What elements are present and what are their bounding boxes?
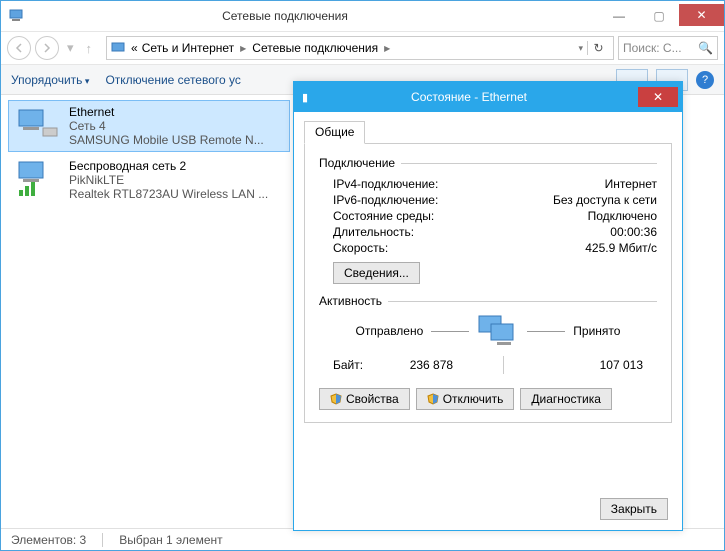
divider xyxy=(503,356,504,374)
connection-item-ethernet[interactable]: Ethernet Сеть 4 SAMSUNG Mobile USB Remot… xyxy=(9,101,289,151)
connection-name: Беспроводная сеть 2 xyxy=(69,159,268,173)
close-button[interactable]: ✕ xyxy=(679,4,724,26)
connection-device: Realtek RTL8723AU Wireless LAN ... xyxy=(69,187,268,201)
group-activity-title: Активность xyxy=(319,294,382,308)
speed-label: Скорость: xyxy=(333,241,388,255)
address-bar[interactable]: « Сеть и Интернет ▶ Сетевые подключения … xyxy=(106,36,614,60)
tab-panel: Подключение IPv4-подключение: Интернет IP… xyxy=(304,144,672,423)
forward-button[interactable] xyxy=(35,36,59,60)
organize-menu[interactable]: Упорядочить xyxy=(11,73,89,87)
adapter-icon: ▮ xyxy=(302,91,316,104)
chevron-right-icon[interactable]: ▶ xyxy=(238,44,248,53)
duration-value: 00:00:36 xyxy=(610,225,657,239)
divider xyxy=(401,163,657,164)
dialog-action-row: Свойства Отключить Диагностика xyxy=(319,388,657,410)
speed-value: 425.9 Мбит/с xyxy=(585,241,657,255)
duration-label: Длительность: xyxy=(333,225,414,239)
dialog-titlebar[interactable]: ▮ Состояние - Ethernet ✕ xyxy=(294,82,682,112)
tab-strip: Общие xyxy=(304,120,672,144)
disable-button[interactable]: Отключить xyxy=(416,388,515,410)
bytes-sent-value: 236 878 xyxy=(363,358,453,372)
disable-device-button[interactable]: Отключение сетевого ус xyxy=(105,73,240,87)
search-placeholder: Поиск: С... xyxy=(623,41,682,55)
breadcrumb-item[interactable]: Сетевые подключения xyxy=(252,41,378,55)
maximize-button[interactable]: ▢ xyxy=(639,4,679,28)
connection-network: Сеть 4 xyxy=(69,119,264,133)
breadcrumb-prefix[interactable]: « xyxy=(131,41,138,55)
dialog-footer: Закрыть xyxy=(294,488,682,530)
status-dialog: ▮ Состояние - Ethernet ✕ Общие Подключен… xyxy=(293,81,683,531)
navigation-bar: ▾ ↑ « Сеть и Интернет ▶ Сетевые подключе… xyxy=(1,31,724,65)
media-state-label: Состояние среды: xyxy=(333,209,434,223)
properties-button[interactable]: Свойства xyxy=(319,388,410,410)
titlebar: Сетевые подключения — ▢ ✕ xyxy=(1,1,724,31)
divider xyxy=(431,331,469,332)
media-state-value: Подключено xyxy=(588,209,657,223)
status-bar: Элементов: 3 Выбран 1 элемент xyxy=(1,528,724,550)
ipv4-label: IPv4-подключение: xyxy=(333,177,438,191)
network-connections-icon xyxy=(9,8,25,24)
connection-text: Беспроводная сеть 2 PikNikLTE Realtek RT… xyxy=(69,159,268,201)
up-button[interactable]: ↑ xyxy=(82,41,97,56)
dropdown-icon[interactable]: ▾ xyxy=(578,43,583,54)
dialog-title: Состояние - Ethernet xyxy=(320,90,638,104)
back-button[interactable] xyxy=(7,36,31,60)
minimize-button[interactable]: — xyxy=(599,4,639,28)
activity-monitor-icon xyxy=(477,314,519,348)
ipv6-label: IPv6-подключение: xyxy=(333,193,438,207)
window-controls: — ▢ ✕ xyxy=(599,4,724,28)
connection-item-wireless[interactable]: Беспроводная сеть 2 PikNikLTE Realtek RT… xyxy=(9,155,289,205)
bytes-label: Байт: xyxy=(333,358,363,372)
connection-device: SAMSUNG Mobile USB Remote N... xyxy=(69,133,264,147)
item-count-label: Элементов: 3 xyxy=(11,533,86,547)
group-activity: Активность Отправлено Принято Байт: 236 … xyxy=(319,294,657,376)
divider xyxy=(388,301,657,302)
recent-locations-icon[interactable]: ▾ xyxy=(63,40,78,56)
selection-label: Выбран 1 элемент xyxy=(119,533,222,547)
ipv4-value: Интернет xyxy=(605,177,657,191)
connection-text: Ethernet Сеть 4 SAMSUNG Mobile USB Remot… xyxy=(69,105,264,147)
dialog-body: Общие Подключение IPv4-подключение: Интер… xyxy=(294,112,682,488)
search-input[interactable]: Поиск: С... 🔍 xyxy=(618,36,718,60)
divider xyxy=(527,331,565,332)
dialog-close-button[interactable]: ✕ xyxy=(638,87,678,107)
received-label: Принято xyxy=(573,324,620,338)
refresh-button[interactable]: ↻ xyxy=(587,41,609,55)
chevron-right-icon[interactable]: ▶ xyxy=(382,44,392,53)
group-connection-title: Подключение xyxy=(319,156,395,170)
bytes-received-value: 107 013 xyxy=(553,358,643,372)
details-button[interactable]: Сведения... xyxy=(333,262,420,284)
divider xyxy=(102,533,103,547)
shield-icon xyxy=(330,393,342,405)
connection-name: Ethernet xyxy=(69,105,264,119)
window-title: Сетевые подключения xyxy=(31,9,599,23)
sent-label: Отправлено xyxy=(356,324,424,338)
tab-general[interactable]: Общие xyxy=(304,121,365,144)
diagnose-button[interactable]: Диагностика xyxy=(520,388,612,410)
search-icon: 🔍 xyxy=(698,41,713,55)
ipv6-value: Без доступа к сети xyxy=(553,193,657,207)
connection-network: PikNikLTE xyxy=(69,173,268,187)
folder-icon xyxy=(111,41,127,55)
help-button[interactable]: ? xyxy=(696,71,714,89)
shield-icon xyxy=(427,393,439,405)
group-connection: Подключение IPv4-подключение: Интернет IP… xyxy=(319,156,657,284)
close-dialog-button[interactable]: Закрыть xyxy=(600,498,668,520)
ethernet-adapter-icon xyxy=(13,105,61,145)
breadcrumb-item[interactable]: Сеть и Интернет xyxy=(142,41,234,55)
wireless-adapter-icon xyxy=(13,159,61,199)
